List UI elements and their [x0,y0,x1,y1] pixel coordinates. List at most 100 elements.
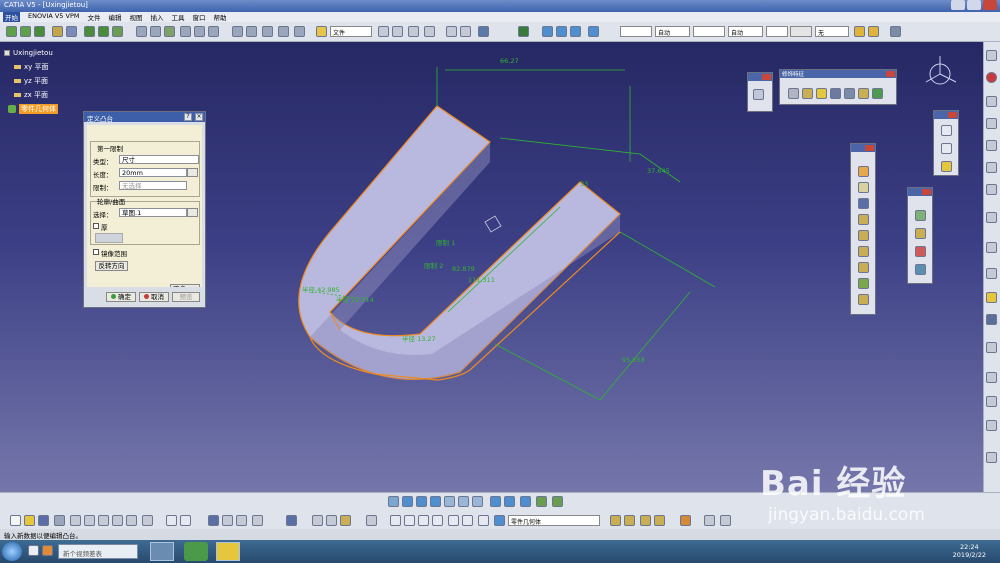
paint-icon[interactable] [854,26,865,37]
close-button[interactable] [983,0,997,10]
menu-help[interactable]: 帮助 [213,12,226,22]
chart-icon[interactable] [180,26,191,37]
zoom-out-icon[interactable] [458,496,469,507]
start-button[interactable] [2,542,22,561]
remove-face-icon[interactable] [872,88,883,99]
normal-view-icon[interactable] [472,496,483,507]
help-icon[interactable] [142,515,153,526]
linetype-select[interactable]: 自动 [655,26,690,37]
mirror-checkbox[interactable] [93,249,99,255]
mirror-icon[interactable] [915,246,926,257]
move-icon[interactable] [34,26,45,37]
tool-icon[interactable] [986,420,997,431]
profile-select-input[interactable]: 草图.1 [119,208,187,217]
tool-icon[interactable] [986,118,997,129]
axis-icon[interactable] [390,515,401,526]
undo-icon[interactable] [112,515,123,526]
pocket-icon[interactable] [858,182,869,193]
point-select[interactable] [766,26,788,37]
point-icon[interactable] [941,125,952,136]
menu-enovia[interactable]: ENOVIA V5 VPM [28,12,79,22]
grid-icon[interactable] [150,26,161,37]
chamfer-icon[interactable] [802,88,813,99]
fillet-icon[interactable] [788,88,799,99]
width-select[interactable] [693,26,725,37]
redo-icon[interactable] [424,26,435,37]
slot-icon[interactable] [858,262,869,273]
ok-button[interactable]: 确定 [106,292,136,302]
cylinder-icon[interactable] [462,515,473,526]
pattern-icon[interactable] [915,264,926,275]
measure-icon[interactable] [312,515,323,526]
swap-space-icon[interactable] [536,496,547,507]
help-button[interactable]: ? [184,113,192,121]
document-field[interactable]: 文件 [330,26,372,37]
tree-icon[interactable] [222,515,233,526]
iso-view-icon[interactable] [490,496,501,507]
tree-item-xy-plane[interactable]: xy 平面 [4,60,58,74]
open-icon[interactable] [24,515,35,526]
frame-icon[interactable] [262,26,273,37]
cylinder-icon[interactable] [448,515,459,526]
view-icon[interactable] [542,26,553,37]
refresh-icon[interactable] [112,26,123,37]
tool-icon[interactable] [986,212,997,223]
copy-icon[interactable] [460,26,471,37]
frame-icon[interactable] [246,26,257,37]
measure-icon[interactable] [286,515,297,526]
menu-window[interactable]: 窗口 [192,12,205,22]
menu-file[interactable]: 文件 [87,12,100,22]
tool-icon[interactable] [890,26,901,37]
tool-icon[interactable] [986,242,997,253]
maximize-button[interactable] [967,0,981,10]
thread-icon[interactable] [858,88,869,99]
move-icon[interactable] [6,26,17,37]
redo-icon[interactable] [392,26,403,37]
menu-insert[interactable]: 插入 [150,12,163,22]
length-spinner[interactable] [187,168,198,177]
draft-icon[interactable] [816,88,827,99]
tool-icon[interactable] [680,515,691,526]
tool-icon[interactable] [610,515,621,526]
hole-icon[interactable] [858,230,869,241]
toolbar-close-button[interactable] [865,145,874,151]
tool-icon[interactable] [986,396,997,407]
chart-icon[interactable] [208,26,219,37]
thickness-icon[interactable] [844,88,855,99]
undo-icon[interactable] [378,26,389,37]
taskbar-search-input[interactable]: 新个视频差表 [58,544,138,559]
pan-icon[interactable] [416,496,427,507]
stiffener-icon[interactable] [858,278,869,289]
shell-icon[interactable] [830,88,841,99]
move-icon[interactable] [20,26,31,37]
rotate-icon[interactable] [430,496,441,507]
toolbar-close-button[interactable] [948,112,957,118]
tool-icon[interactable] [986,372,997,383]
rib-icon[interactable] [858,246,869,257]
new-icon[interactable] [10,515,21,526]
view-icon[interactable] [588,26,599,37]
tool-icon[interactable] [986,96,997,107]
tree-icon[interactable] [98,26,109,37]
menu-view[interactable]: 视图 [129,12,142,22]
frame-icon[interactable] [294,26,305,37]
tool-icon[interactable] [640,515,651,526]
tool-icon[interactable] [654,515,665,526]
translate-icon[interactable] [915,210,926,221]
shaft-icon[interactable] [858,198,869,209]
redo-icon[interactable] [126,515,137,526]
paste-icon[interactable] [98,515,109,526]
wechat-task-button[interactable] [184,542,208,561]
type-select[interactable]: 尺寸 [119,155,199,164]
cancel-button[interactable]: 取消 [139,292,169,302]
app-icon[interactable] [42,545,53,556]
grid-icon[interactable] [164,26,175,37]
color-select[interactable] [620,26,652,37]
limit-input[interactable]: 无选择 [119,181,187,190]
menu-start[interactable]: 开始 [3,12,20,22]
view-icon[interactable] [570,26,581,37]
sketch-icon[interactable] [187,208,198,217]
fly-icon[interactable] [388,496,399,507]
length-input[interactable]: 20mm [119,168,187,177]
tool-icon[interactable] [986,342,997,353]
